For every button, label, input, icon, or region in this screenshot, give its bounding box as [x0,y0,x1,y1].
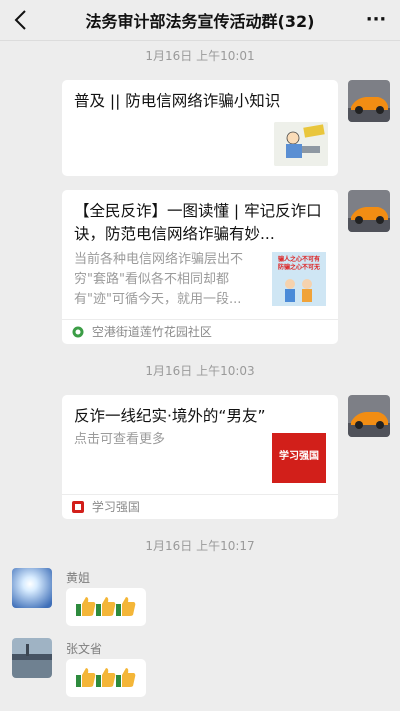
article-desc: 点击可查看更多 [74,432,166,447]
community-logo-icon [72,326,84,338]
anti-fraud-cartoon-image [274,122,328,166]
thumb-text: 防骗之心不可无 [277,264,320,271]
article-source[interactable]: 学习强国 [62,494,338,519]
shared-link-card-1[interactable]: 普及 || 防电信网络诈骗小知识 [62,80,338,176]
avatar-lake-scenery[interactable] [12,638,52,678]
avatar-orange-car[interactable] [348,80,390,122]
emoji-message[interactable] [66,659,146,697]
article-title: 反诈一线纪实·境外的“男友” [74,407,266,425]
article-desc: 当前各种电信网络诈骗层出不穷"套路"看似各不相同却都有"迹"可循今天，就用一段.… [74,252,244,307]
link-title: 普及 || 防电信网络诈骗小知识 [74,92,281,110]
article-title: 【全民反诈】一图读懂 | 牢记反诈口诀，防范电信网络诈骗有妙... [74,202,322,243]
thumbs-up-icon [96,668,116,687]
thumb-text: 骗人之心不可有 [277,256,320,263]
emoji-message[interactable] [66,588,146,626]
source-name: 空港街道莲竹花园社区 [91,325,212,339]
sender-name: 黄姐 [66,571,91,585]
thumbs-up-icon [96,597,116,616]
thumbs-up-icon [76,597,96,616]
thumbs-up-icon [116,668,136,687]
article-source[interactable]: 空港街道莲竹花园社区 [62,319,338,344]
avatar-orange-car[interactable] [348,190,390,232]
avatar-sunlight[interactable] [12,568,52,608]
xuexi-logo-thumbnail: 学习强国 [272,433,326,483]
thumbs-up-icon [76,668,96,687]
source-name: 学习强国 [91,500,140,514]
timestamp: 1月16日 上午10:03 [145,364,255,378]
article-card-3[interactable]: 反诈一线纪实·境外的“男友” 点击可查看更多 学习强国 学习强国 [62,395,338,519]
timestamp: 1月16日 上午10:17 [145,539,255,553]
timestamp: 1月16日 上午10:01 [145,49,255,63]
thumbs-up-icon [116,597,136,616]
sender-name: 张文省 [66,642,103,656]
article-thumbnail: 骗人之心不可有 防骗之心不可无 [272,252,326,306]
chat-title: 法务审计部法务宣传活动群(32) [85,12,315,31]
cartoon-people-icon [285,279,312,302]
xuexi-logo-icon [72,501,84,513]
article-card-2[interactable]: 【全民反诈】一图读懂 | 牢记反诈口诀，防范电信网络诈骗有妙... 当前各种电信… [62,190,338,344]
chat-header: 法务审计部法务宣传活动群(32) ··· [0,0,400,41]
more-options-icon[interactable]: ··· [362,7,390,33]
avatar-orange-car[interactable] [348,395,390,437]
thumb-logo-text: 学习强国 [279,451,319,462]
back-chevron-icon[interactable] [10,7,34,33]
